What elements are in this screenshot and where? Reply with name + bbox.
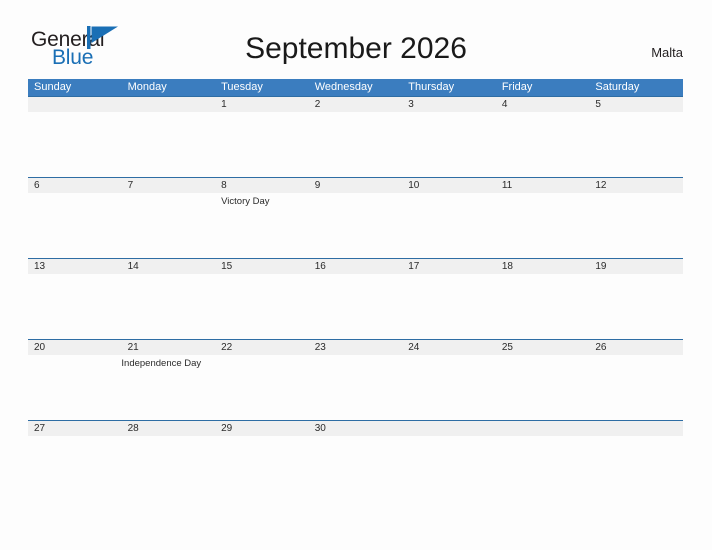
day-number[interactable] [402, 421, 496, 436]
week-event-area: Victory Day [28, 193, 683, 258]
day-event [589, 436, 683, 501]
day-number[interactable]: 15 [215, 259, 309, 274]
day-number[interactable]: 30 [309, 421, 403, 436]
week-date-band: 13 14 15 16 17 18 19 [28, 258, 683, 274]
day-number[interactable]: 18 [496, 259, 590, 274]
day-number[interactable]: 7 [122, 178, 216, 193]
day-event [309, 274, 403, 339]
day-event [215, 112, 309, 177]
day-event [28, 436, 122, 501]
week-event-area: Independence Day [28, 355, 683, 420]
page-header: General Blue September 2026 Malta [0, 0, 712, 78]
calendar-grid: Sunday Monday Tuesday Wednesday Thursday… [28, 79, 683, 460]
week-event-area [28, 274, 683, 339]
day-number[interactable]: 4 [496, 97, 590, 112]
calendar-week-row: 1 2 3 4 5 [28, 96, 683, 177]
day-event [589, 112, 683, 177]
day-number[interactable]: 28 [122, 421, 216, 436]
weekday-header-wednesday: Wednesday [314, 81, 373, 93]
day-number[interactable]: 17 [402, 259, 496, 274]
day-number[interactable] [496, 421, 590, 436]
day-number[interactable]: 24 [402, 340, 496, 355]
day-number[interactable]: 19 [589, 259, 683, 274]
day-event [402, 436, 496, 501]
day-event [596, 355, 683, 420]
day-event [402, 274, 496, 339]
day-event [28, 274, 122, 339]
calendar-week-row: 6 7 8 9 10 11 12 Victory Day [28, 177, 683, 258]
day-number[interactable] [28, 97, 122, 112]
day-number[interactable]: 1 [215, 97, 309, 112]
day-event [122, 436, 216, 501]
calendar-week-row: 27 28 29 30 [28, 420, 683, 460]
day-number[interactable]: 29 [215, 421, 309, 436]
day-number[interactable]: 26 [589, 340, 683, 355]
day-event [28, 355, 115, 420]
day-event [589, 274, 683, 339]
day-event [309, 112, 403, 177]
day-event [508, 355, 595, 420]
day-number[interactable]: 6 [28, 178, 122, 193]
calendar-week-row: 20 21 22 23 24 25 26 Independence Day [28, 339, 683, 420]
day-number[interactable]: 16 [309, 259, 403, 274]
day-number[interactable]: 9 [309, 178, 403, 193]
weekday-header-row: Sunday Monday Tuesday Wednesday Thursday… [28, 79, 683, 96]
day-number[interactable]: 5 [589, 97, 683, 112]
weekday-header-thursday: Thursday [408, 81, 455, 93]
week-date-band: 1 2 3 4 5 [28, 96, 683, 112]
day-number[interactable]: 23 [309, 340, 403, 355]
weekday-header-friday: Friday [501, 81, 533, 93]
day-number[interactable]: 21 [122, 340, 216, 355]
day-event [333, 355, 420, 420]
day-number[interactable]: 12 [589, 178, 683, 193]
day-number[interactable]: 20 [28, 340, 122, 355]
day-number[interactable]: 10 [402, 178, 496, 193]
day-number[interactable]: 25 [496, 340, 590, 355]
weekday-header-tuesday: Tuesday [221, 81, 263, 93]
week-date-band: 20 21 22 23 24 25 26 [28, 339, 683, 355]
day-event-holiday: Independence Day [121, 358, 202, 369]
week-date-band: 6 7 8 9 10 11 12 [28, 177, 683, 193]
day-number[interactable]: 3 [402, 97, 496, 112]
day-number[interactable]: 2 [309, 97, 403, 112]
week-event-area [28, 112, 683, 177]
day-number[interactable]: 8 [215, 178, 309, 193]
calendar-week-row: 13 14 15 16 17 18 19 [28, 258, 683, 339]
day-event [496, 274, 590, 339]
day-event [589, 193, 683, 258]
day-event-holiday: Victory Day [221, 196, 270, 207]
day-event [122, 112, 216, 177]
day-number[interactable]: 13 [28, 259, 122, 274]
day-event [215, 436, 309, 501]
day-event [309, 436, 403, 501]
day-number[interactable]: 11 [496, 178, 590, 193]
day-event [309, 193, 403, 258]
day-event [122, 274, 216, 339]
day-event [496, 436, 590, 501]
day-number[interactable]: 22 [215, 340, 309, 355]
week-event-area [28, 436, 683, 501]
weekday-header-monday: Monday [127, 81, 167, 93]
day-event [28, 112, 122, 177]
day-event [122, 193, 216, 258]
day-number[interactable]: 27 [28, 421, 122, 436]
day-event [421, 355, 508, 420]
country-label: Malta [651, 45, 683, 60]
weekday-header-saturday: Saturday [595, 81, 640, 93]
day-event [402, 193, 496, 258]
day-event [496, 112, 590, 177]
day-event [215, 274, 309, 339]
week-date-band: 27 28 29 30 [28, 420, 683, 436]
day-event [496, 193, 590, 258]
day-number[interactable] [589, 421, 683, 436]
page-title: September 2026 [245, 32, 467, 65]
day-event [28, 193, 122, 258]
day-number[interactable] [122, 97, 216, 112]
day-event [402, 112, 496, 177]
day-number[interactable]: 14 [122, 259, 216, 274]
day-event [246, 355, 333, 420]
weekday-header-sunday: Sunday [34, 81, 72, 93]
